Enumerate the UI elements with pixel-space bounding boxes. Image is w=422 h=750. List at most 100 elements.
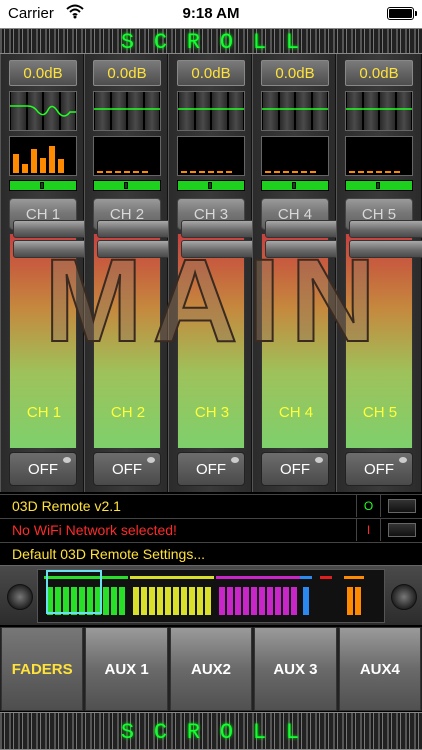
gain-readout[interactable]: 0.0dB (9, 60, 77, 86)
channel-strips: 0.0dB CH 1 CH 1 OFF 0.0dB CH 2 CH 2 OFF (0, 54, 422, 492)
fader-cap[interactable] (181, 220, 261, 238)
meter-bar (376, 171, 382, 173)
meter-bar (292, 171, 298, 173)
fader-label: CH 3 (194, 404, 230, 421)
fader-label: CH 5 (362, 404, 398, 421)
scroll-letter: S (120, 719, 137, 745)
fader-track[interactable]: CH 2 (93, 220, 177, 448)
wifi-slot (388, 523, 416, 537)
pan-slider[interactable] (9, 180, 77, 191)
meter-bar (115, 171, 121, 173)
mini-group-channels-3[interactable] (216, 576, 300, 620)
fader-cap-lower[interactable] (265, 240, 345, 258)
meter-bar (49, 146, 55, 173)
fader-label: CH 4 (278, 404, 314, 421)
channel-strip-2: 0.0dB CH 2 CH 2 OFF (84, 54, 177, 492)
scroll-letter: C (153, 719, 170, 745)
pan-knob[interactable] (292, 182, 296, 189)
settings-row[interactable]: Default 03D Remote Settings... (0, 542, 422, 565)
fader-cap-lower[interactable] (349, 240, 422, 258)
version-row: 03D Remote v2.1 O (0, 494, 422, 517)
fader-cap[interactable] (349, 220, 422, 238)
meter-bar (124, 171, 130, 173)
gain-readout[interactable]: 0.0dB (345, 60, 413, 86)
mute-button[interactable]: OFF (9, 452, 77, 486)
fader-cap-lower[interactable] (13, 240, 93, 258)
pan-slider[interactable] (93, 180, 161, 191)
pan-slider[interactable] (177, 180, 245, 191)
tab-aux-2[interactable]: AUX2 (169, 627, 253, 711)
fader-cap[interactable] (13, 220, 93, 238)
meter-bar (358, 171, 364, 173)
eq-display[interactable] (9, 91, 77, 131)
meter-bar (310, 171, 316, 173)
scroll-bar-bottom[interactable]: S C R O L L (0, 712, 422, 750)
mini-group-channels-2[interactable] (130, 576, 214, 620)
tab-aux-1[interactable]: AUX 1 (85, 627, 168, 711)
scroll-bar-top[interactable]: S C R O L L (0, 28, 422, 55)
pan-knob[interactable] (208, 182, 212, 189)
fader-cap[interactable] (97, 220, 177, 238)
wifi-status-text: No WiFi Network selected! (12, 522, 177, 538)
scroll-letter: L (252, 719, 269, 745)
mute-button[interactable]: OFF (177, 452, 245, 486)
mute-button[interactable]: OFF (261, 452, 329, 486)
mute-label: OFF (364, 460, 394, 478)
scroll-label-bottom: S C R O L L (0, 713, 422, 750)
level-meter (9, 136, 77, 176)
scroll-letter: L (285, 719, 302, 745)
tab-aux-4[interactable]: AUX4 (338, 627, 422, 711)
battery-icon (387, 7, 417, 20)
mini-group-aux[interactable] (300, 576, 312, 620)
meter-bar (58, 159, 64, 173)
gain-readout[interactable]: 0.0dB (93, 60, 161, 86)
eq-display[interactable] (93, 91, 161, 131)
pan-slider[interactable] (345, 180, 413, 191)
meter-bar (349, 171, 355, 173)
eq-display[interactable] (261, 91, 329, 131)
fader-label: CH 2 (110, 404, 146, 421)
tab-aux-3[interactable]: AUX 3 (254, 627, 337, 711)
mute-button[interactable]: OFF (93, 452, 161, 486)
meter-bar (40, 158, 46, 173)
settings-text: Default 03D Remote Settings... (12, 546, 205, 562)
wifi-indicator: I (356, 519, 381, 541)
meter-bar (13, 154, 19, 173)
gain-readout[interactable]: 0.0dB (177, 60, 245, 86)
pan-knob[interactable] (40, 182, 44, 189)
eq-display[interactable] (177, 91, 245, 131)
scroll-letter: C (153, 29, 170, 55)
mute-button[interactable]: OFF (345, 452, 413, 486)
gain-readout[interactable]: 0.0dB (261, 60, 329, 86)
meter-bar (181, 171, 187, 173)
fader-cap-lower[interactable] (97, 240, 177, 258)
fader-label: CH 1 (26, 404, 62, 421)
mini-group-effects[interactable] (320, 576, 332, 620)
fader-track[interactable]: CH 3 (177, 220, 261, 448)
channel-strip-1: 0.0dB CH 1 CH 1 OFF (0, 54, 93, 492)
fader-track[interactable]: CH 4 (261, 220, 345, 448)
meter-bar (394, 171, 400, 173)
pan-knob[interactable] (124, 182, 128, 189)
fader-track[interactable]: CH 1 (9, 220, 93, 448)
screw-icon (7, 584, 33, 610)
level-meter (345, 136, 413, 176)
eq-display[interactable] (345, 91, 413, 131)
status-slot (388, 499, 416, 513)
meter-bar (22, 164, 28, 173)
led-icon (63, 457, 71, 463)
meter-bar (265, 171, 271, 173)
screw-icon (391, 584, 417, 610)
mini-group-master[interactable] (344, 576, 364, 620)
pan-slider[interactable] (261, 180, 329, 191)
wifi-row[interactable]: No WiFi Network selected! I (0, 518, 422, 541)
fader-cap-lower[interactable] (181, 240, 261, 258)
pan-knob[interactable] (376, 182, 380, 189)
led-icon (231, 457, 239, 463)
clock: 9:18 AM (182, 5, 240, 22)
fader-track[interactable]: CH 5 (345, 220, 422, 448)
fader-cap[interactable] (265, 220, 345, 238)
navigator-selection-box[interactable] (46, 570, 102, 614)
tab-faders[interactable]: FADERS (1, 627, 84, 711)
meter-bar (97, 171, 103, 173)
